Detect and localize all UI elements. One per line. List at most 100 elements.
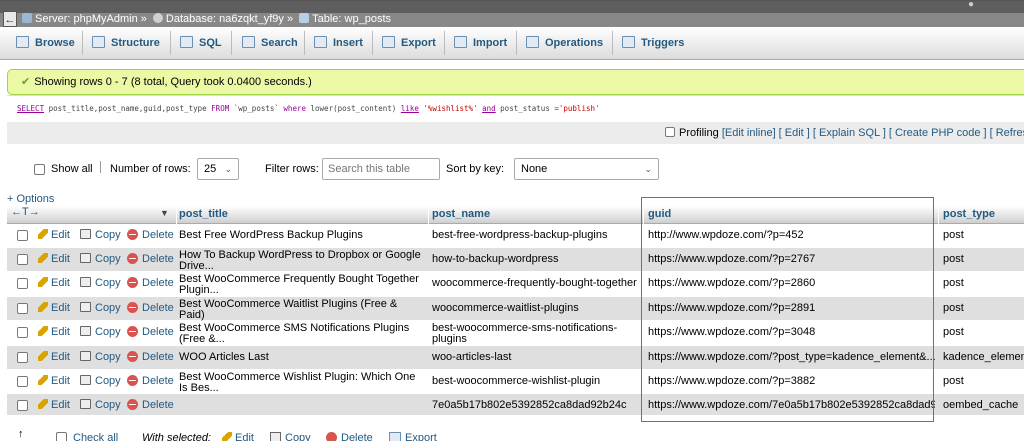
row-checkbox[interactable] [17, 303, 28, 314]
row-edit-label: Edit [51, 302, 70, 314]
import-icon [454, 36, 467, 48]
tab-sql[interactable]: SQL [172, 29, 222, 57]
delete-icon [127, 253, 138, 264]
row-delete-button[interactable]: Delete [127, 375, 174, 387]
breadcrumb-database[interactable]: Database: na6zqkt_yf9y [166, 13, 284, 25]
chevron-down-icon: ⌄ [644, 164, 652, 174]
success-message: ✔ Showing rows 0 - 7 (8 total, Query took… [7, 69, 1024, 95]
row-delete-button[interactable]: Delete [127, 229, 174, 241]
tab-divider [444, 31, 445, 55]
row-delete-button[interactable]: Delete [127, 277, 174, 289]
tab-insert[interactable]: Insert [306, 29, 363, 57]
options-link[interactable]: + Options [7, 193, 54, 205]
row-copy-button[interactable]: Copy [80, 253, 121, 265]
row-edit-button[interactable]: Edit [38, 277, 70, 289]
sql-keyword[interactable]: and [482, 104, 496, 113]
show-all-checkbox[interactable] [34, 164, 45, 175]
triggers-icon [622, 36, 635, 48]
row-edit-label: Edit [51, 277, 70, 289]
row-delete-button[interactable]: Delete [127, 253, 174, 265]
bulk-actions-bar: ↑ Check all With selected: Edit Copy Del… [0, 428, 1024, 441]
header-divider [176, 206, 177, 224]
row-checkbox[interactable] [17, 278, 28, 289]
check-all-label[interactable]: Check all [73, 432, 118, 441]
column-arrows-icon[interactable]: ←T→ [11, 206, 40, 218]
bulk-export-button[interactable]: Export [389, 432, 437, 441]
row-checkbox[interactable] [17, 230, 28, 241]
breadcrumb-table[interactable]: Table: wp_posts [312, 13, 391, 25]
row-copy-button[interactable]: Copy [80, 277, 121, 289]
sort-chevron-icon[interactable]: ▼ [160, 208, 169, 218]
row-checkbox[interactable] [17, 400, 28, 411]
tab-triggers[interactable]: Triggers [614, 29, 684, 57]
bulk-delete-button[interactable]: Delete [326, 432, 373, 441]
sql-string: 'publish' [558, 104, 600, 113]
tab-import[interactable]: Import [446, 29, 507, 57]
column-header-post-name[interactable]: post_name [432, 208, 490, 220]
row-edit-button[interactable]: Edit [38, 351, 70, 363]
row-edit-button[interactable]: Edit [38, 399, 70, 411]
query-links[interactable]: [Edit inline] [ Edit ] [ Explain SQL ] [… [722, 127, 1024, 139]
row-delete-label: Delete [142, 399, 174, 411]
table-row: Edit Copy Delete Best WooCommerce Frequentl… [7, 272, 1024, 297]
copy-icon [80, 326, 91, 336]
row-checkbox[interactable] [17, 254, 28, 265]
bulk-copy-button[interactable]: Copy [270, 432, 311, 441]
row-delete-button[interactable]: Delete [127, 351, 174, 363]
column-header-post-type[interactable]: post_type [943, 208, 995, 220]
row-delete-button[interactable]: Delete [127, 399, 174, 411]
row-copy-button[interactable]: Copy [80, 375, 121, 387]
row-copy-button[interactable]: Copy [80, 229, 121, 241]
tab-label: Search [261, 37, 298, 49]
tab-export[interactable]: Export [374, 29, 436, 57]
row-checkbox[interactable] [17, 352, 28, 363]
tab-operations[interactable]: Operations [518, 29, 603, 57]
row-delete-label: Delete [142, 253, 174, 265]
pencil-icon [38, 375, 48, 385]
profiling-controls: Profiling [Edit inline] [ Edit ] [ Expla… [665, 126, 1024, 140]
row-edit-button[interactable]: Edit [38, 375, 70, 387]
row-delete-button[interactable]: Delete [127, 326, 174, 338]
bulk-edit-button[interactable]: Edit [222, 432, 254, 441]
cell-post-title: Best WooCommerce Wishlist Plugin: Which … [179, 372, 416, 394]
breadcrumb-server[interactable]: Server: phpMyAdmin [35, 13, 138, 25]
row-checkbox[interactable] [17, 376, 28, 387]
profiling-checkbox[interactable] [665, 127, 675, 137]
cell-post-name: best-woocommerce-wishlist-plugin [432, 376, 601, 387]
row-edit-button[interactable]: Edit [38, 326, 70, 338]
number-of-rows-select[interactable]: 25 ⌄ [197, 158, 239, 180]
row-delete-button[interactable]: Delete [127, 302, 174, 314]
header-divider [428, 206, 429, 224]
sql-keyword[interactable]: SELECT [17, 104, 44, 113]
pencil-icon [38, 326, 48, 336]
delete-icon [127, 302, 138, 313]
tab-search[interactable]: Search [234, 29, 298, 57]
column-header-post-title[interactable]: post_title [179, 208, 228, 220]
cell-post-name: how-to-backup-wordpress [432, 254, 559, 265]
copy-icon [80, 302, 91, 312]
row-delete-label: Delete [142, 302, 174, 314]
row-edit-button[interactable]: Edit [38, 253, 70, 265]
check-all-checkbox[interactable] [56, 432, 67, 441]
breadcrumb: Server: phpMyAdmin» Database: na6zqkt_yf… [22, 11, 391, 27]
sql-query-footer: Profiling [Edit inline] [ Edit ] [ Expla… [7, 122, 1024, 144]
row-edit-button[interactable]: Edit [38, 302, 70, 314]
row-edit-button[interactable]: Edit [38, 229, 70, 241]
row-copy-button[interactable]: Copy [80, 351, 121, 363]
checkmark-icon: ✔ [21, 76, 31, 88]
tab-browse[interactable]: Browse [8, 29, 75, 57]
row-copy-button[interactable]: Copy [80, 399, 121, 411]
row-copy-button[interactable]: Copy [80, 326, 121, 338]
sort-by-key-select[interactable]: None ⌄ [514, 158, 659, 180]
tab-structure[interactable]: Structure [84, 29, 160, 57]
sql-query-text[interactable]: SELECT post_title,post_name,guid,post_ty… [17, 104, 600, 113]
sql-keyword[interactable]: like [401, 104, 419, 113]
row-checkbox[interactable] [17, 327, 28, 338]
back-arrow-icon[interactable]: ← [3, 11, 17, 27]
pencil-icon [38, 229, 48, 239]
row-copy-button[interactable]: Copy [80, 302, 121, 314]
column-header-guid[interactable]: guid [648, 208, 671, 220]
header-divider [643, 206, 644, 224]
filter-rows-input[interactable]: Search this table [322, 158, 440, 180]
cell-guid: https://www.wpdoze.com/?p=2860 [648, 278, 816, 289]
